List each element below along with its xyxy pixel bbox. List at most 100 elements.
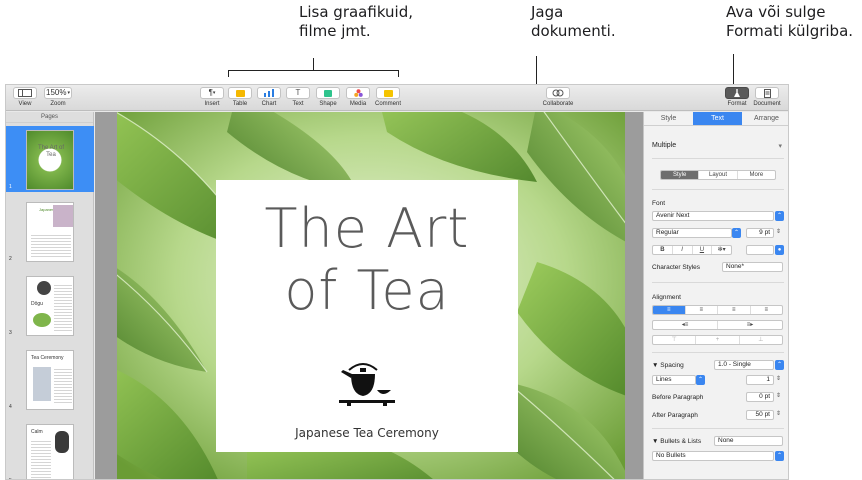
zoom-popup[interactable]: 150% ▾ Zoom [42,87,74,107]
page-thumbnail-4[interactable]: Tea Ceremony 4 [6,346,94,412]
bullets-label-text: Bullets & Lists [660,438,702,445]
tab-arrange[interactable]: Arrange [742,112,788,125]
align-bottom-icon[interactable]: ⊥ [740,336,782,344]
tab-text[interactable]: Text [693,112,742,125]
color-picker-icon[interactable]: ● [775,245,784,255]
thumbnail-heading: The Art of Tea [37,145,64,158]
document-title[interactable]: The Art of Tea [216,198,518,322]
font-size-field[interactable]: 9 pt [746,228,774,238]
shape-button[interactable]: Shape [313,87,343,107]
table-button[interactable]: Table [225,87,255,107]
paragraph-style-name[interactable]: Multiple [652,142,676,149]
pages-window: View 150% ▾ Zoom ¶ ▾ Insert Table Chart T … [5,84,789,480]
view-label: View [18,101,32,107]
before-paragraph-field[interactable]: 0 pt [746,392,774,402]
chart-button[interactable]: Chart [254,87,284,107]
font-weight-popup[interactable]: Regular [652,228,732,238]
collaborate-button[interactable]: Collaborate [538,87,578,107]
after-paragraph-stepper-icon[interactable]: ⇕ [776,410,781,417]
spacing-label-text: Spacing [660,362,684,369]
align-top-icon[interactable]: ⊤ [653,336,697,344]
shape-label: Shape [319,101,337,107]
alignment-heading: Alignment [652,294,681,301]
sidebar-view-icon [13,87,37,99]
line-spacing-field[interactable]: 1 [746,375,774,385]
thumbnail-pot [37,281,51,295]
spacing-label[interactable]: ▼ Spacing [652,362,684,369]
view-button[interactable]: View [10,87,40,107]
cover-page[interactable]: The Art of Tea Japanese Tea Ceremony [117,112,625,479]
font-weight-chevron-icon[interactable]: ⌃ [732,228,741,238]
text-button[interactable]: T Text [283,87,313,107]
after-paragraph-field[interactable]: 50 pt [746,410,774,420]
bold-button[interactable]: B [653,246,673,254]
divider [652,158,784,159]
page-thumbnail-3[interactable]: Dōgu 3 [6,272,94,338]
text-label: Text [292,101,304,107]
thumbnail-text [54,367,72,405]
subtab-more[interactable]: More [738,171,775,179]
document-label: Document [753,101,781,107]
callout-bracket-left [228,70,229,77]
page-number: 4 [9,404,12,410]
thumbnail-photo [33,367,51,401]
before-paragraph-label: Before Paragraph [652,394,704,401]
collaborate-label: Collaborate [542,101,574,107]
spacing-chevron-icon[interactable]: ⌃ [775,360,784,370]
page-thumbnail-5[interactable]: Calm 5 [6,420,94,479]
format-button[interactable]: Format [722,87,752,107]
thumbnail-heading: Calm [31,429,43,435]
align-left-icon[interactable]: ≡ [653,306,686,314]
toolbar: View 150% ▾ Zoom ¶ ▾ Insert Table Chart T … [6,85,788,111]
bullet-style-chevron-icon[interactable]: ⌃ [775,451,784,461]
italic-button[interactable]: I [673,246,693,254]
insert-label: Insert [204,101,220,107]
spacing-unit-chevron-icon[interactable]: ⌃ [696,375,705,385]
bullet-style-popup[interactable]: No Bullets [652,451,774,461]
bullets-lists-label[interactable]: ▼ Bullets & Lists [652,438,701,445]
thumbnail-image: Japanese Tea [26,202,74,262]
font-size-stepper-icon[interactable]: ⇕ [776,228,781,235]
font-family-popup[interactable]: Avenir Next [652,211,774,221]
text-color-well[interactable] [746,245,774,255]
align-right-icon[interactable]: ≡ [718,306,751,314]
document-button[interactable]: Document [752,87,782,107]
character-styles-popup[interactable]: None* [722,262,783,272]
decrease-indent-icon[interactable]: ◂≡ [653,321,718,329]
media-button[interactable]: Media [343,87,373,107]
subtab-layout[interactable]: Layout [699,171,738,179]
bullets-preset-popup[interactable]: None [714,436,783,446]
page-thumbnail-1[interactable]: The Art of Tea 1 [6,126,94,192]
divider [652,428,784,429]
font-style-buttons: B I U ✻▾ [652,245,732,255]
spacing-popup[interactable]: 1.0 - Single [714,360,774,370]
page-thumbnail-2[interactable]: Japanese Tea 2 [6,198,94,264]
comment-label: Comment [374,101,401,107]
chevron-down-icon: ▾ [67,89,70,96]
tab-style[interactable]: Style [644,112,693,125]
font-heading: Font [652,200,666,207]
title-card[interactable]: The Art of Tea Japanese Tea Ceremony [216,180,518,452]
callout-bracket-right [398,70,399,77]
align-justify-icon[interactable]: ≡ [751,306,783,314]
spacing-unit-popup[interactable]: Lines [652,375,696,385]
document-subtitle[interactable]: Japanese Tea Ceremony [216,426,518,440]
increase-indent-icon[interactable]: ≡▸ [718,321,782,329]
chevron-down-icon[interactable]: ▾ [778,142,782,150]
gear-icon[interactable]: ✻▾ [712,246,731,254]
zoom-value-box: 150% ▾ [44,87,72,99]
chart-icon [257,87,281,99]
font-family-chevron-icon[interactable]: ⌃ [775,211,784,221]
align-middle-icon[interactable]: + [696,336,740,344]
before-paragraph-stepper-icon[interactable]: ⇕ [776,392,781,399]
subtab-style[interactable]: Style [661,171,700,179]
underline-button[interactable]: U [693,246,713,254]
insert-button[interactable]: ¶ ▾ Insert [197,87,227,107]
alignment-buttons: ≡ ≡ ≡ ≡ [652,305,783,315]
callout-collab-line [536,56,537,86]
format-inspector: Style Text Arrange Multiple ▾ Style Layo… [643,112,788,479]
line-spacing-stepper-icon[interactable]: ⇕ [776,375,781,382]
comment-button[interactable]: Comment [373,87,403,107]
align-center-icon[interactable]: ≡ [686,306,718,314]
thumbnail-image: Dōgu [26,276,74,336]
